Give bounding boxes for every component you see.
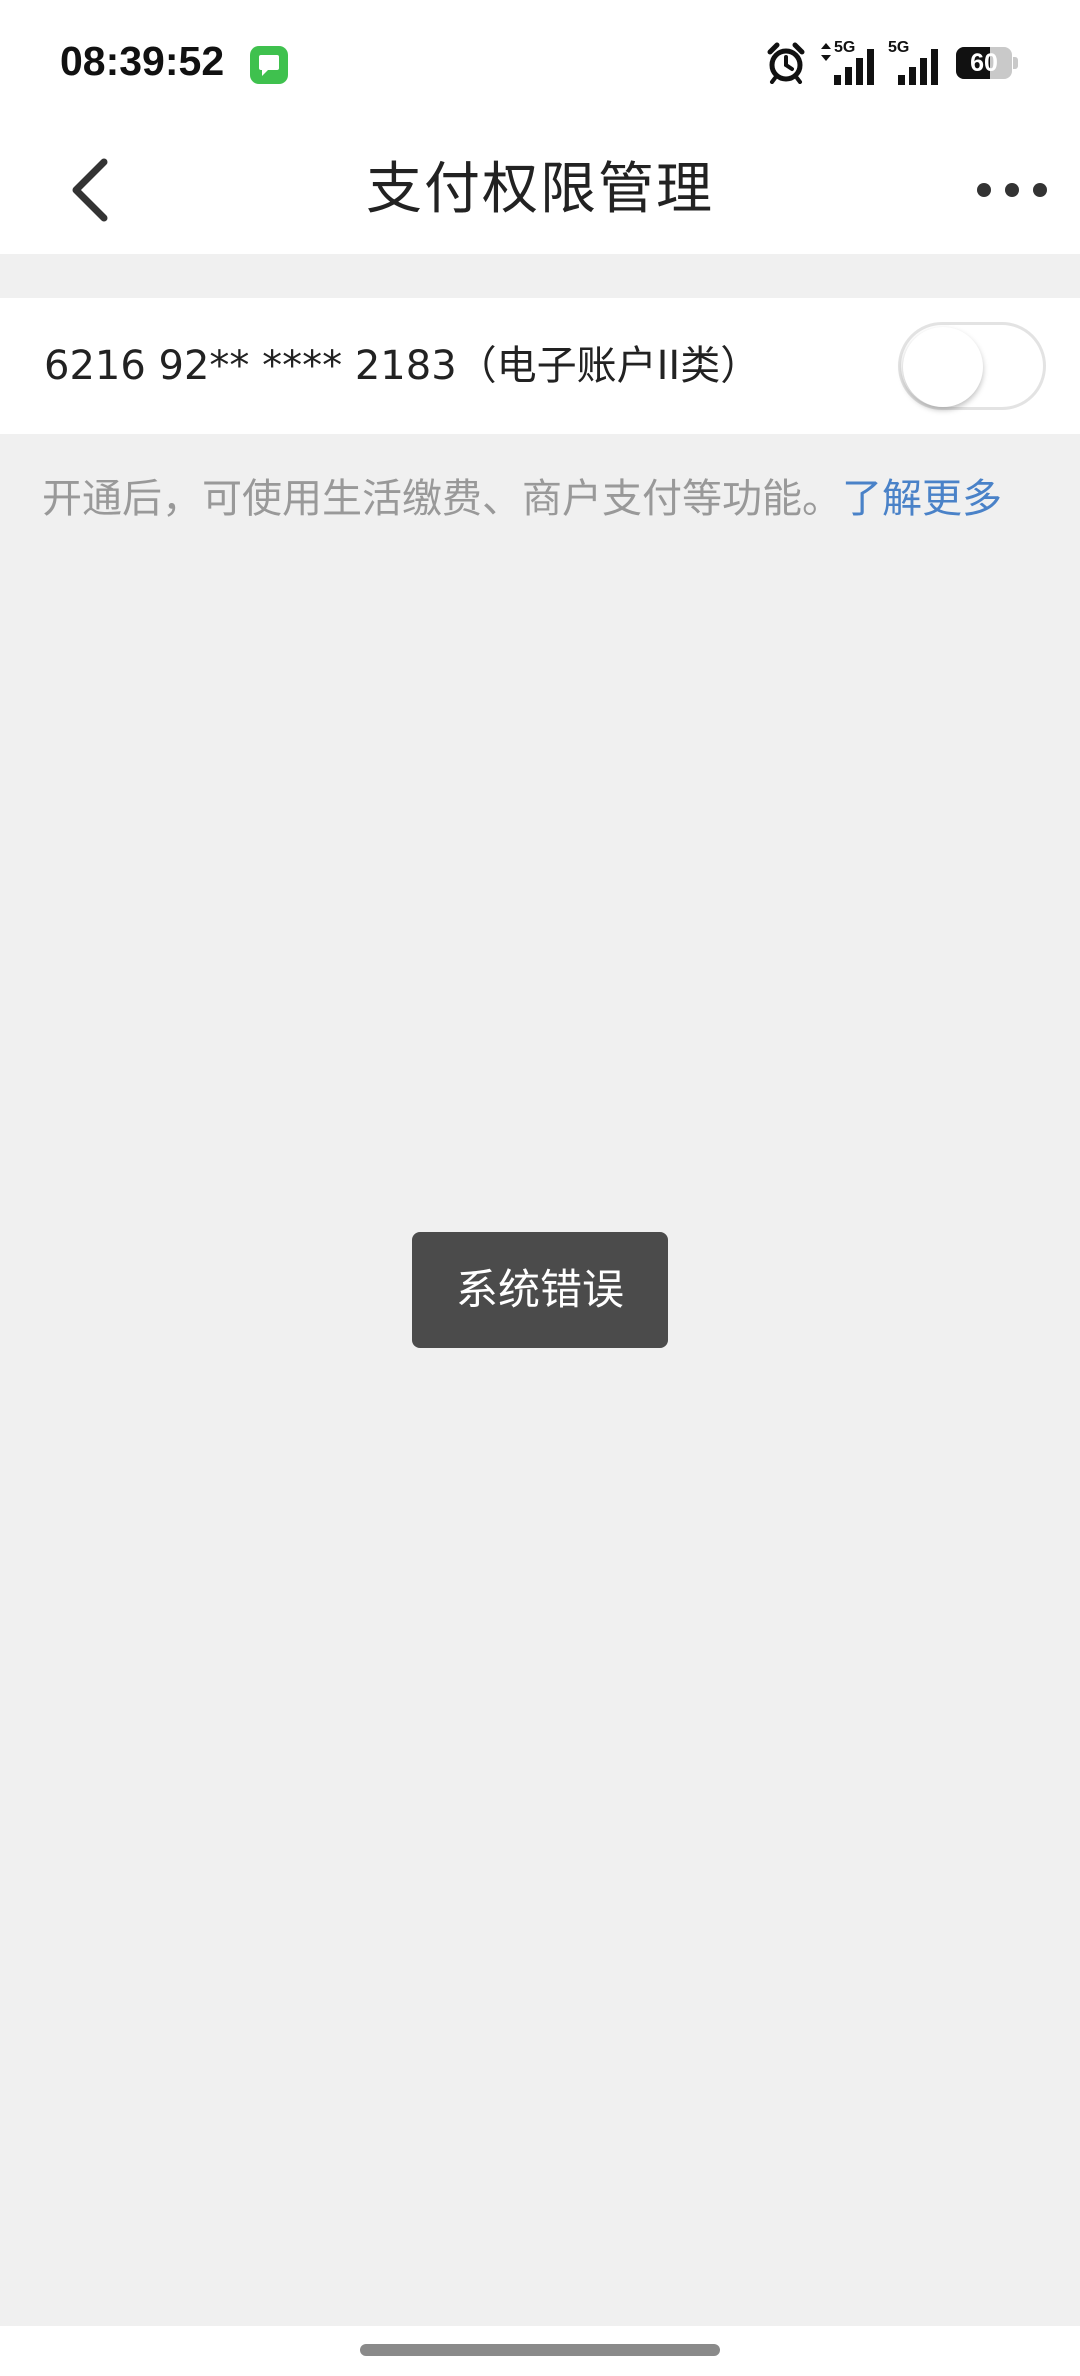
account-row: 6216 92** **** 2183（电子账户II类） bbox=[0, 298, 1080, 434]
signal-1: 5G bbox=[820, 39, 874, 85]
page-title: 支付权限管理 bbox=[366, 157, 714, 222]
learn-more-link[interactable]: 了解更多 bbox=[842, 476, 1002, 522]
home-indicator[interactable] bbox=[360, 2344, 720, 2356]
battery-percent: 60 bbox=[970, 49, 998, 77]
messages-icon bbox=[250, 46, 288, 84]
hint-description: 开通后，可使用生活缴费、商户支付等功能。 bbox=[42, 476, 842, 522]
home-bar-area bbox=[0, 2326, 1080, 2376]
signal-2: 5G bbox=[888, 39, 942, 85]
status-icons: 5G 5G 60 bbox=[766, 39, 1018, 86]
nav-bar: 支付权限管理 bbox=[0, 126, 1080, 254]
error-toast: 系统错误 bbox=[412, 1232, 668, 1348]
status-time: 08:39:52 bbox=[60, 38, 225, 84]
signal-icon bbox=[898, 49, 938, 85]
signal-icon bbox=[834, 49, 874, 85]
back-button[interactable] bbox=[60, 154, 120, 226]
status-bar: 08:39:52 5G 5G 60 bbox=[0, 0, 1080, 126]
account-label: 6216 92** **** 2183（电子账户II类） bbox=[44, 343, 761, 389]
toggle-knob bbox=[903, 327, 983, 407]
more-dots-icon bbox=[977, 183, 1047, 197]
hint-text: 开通后，可使用生活缴费、商户支付等功能。了解更多 bbox=[42, 466, 1002, 524]
data-arrows-icon bbox=[821, 43, 831, 61]
chevron-left-icon bbox=[72, 158, 108, 222]
battery-icon: 60 bbox=[956, 47, 1018, 79]
alarm-icon bbox=[767, 42, 805, 84]
payment-permission-toggle[interactable] bbox=[898, 322, 1046, 410]
more-button[interactable] bbox=[972, 166, 1052, 214]
